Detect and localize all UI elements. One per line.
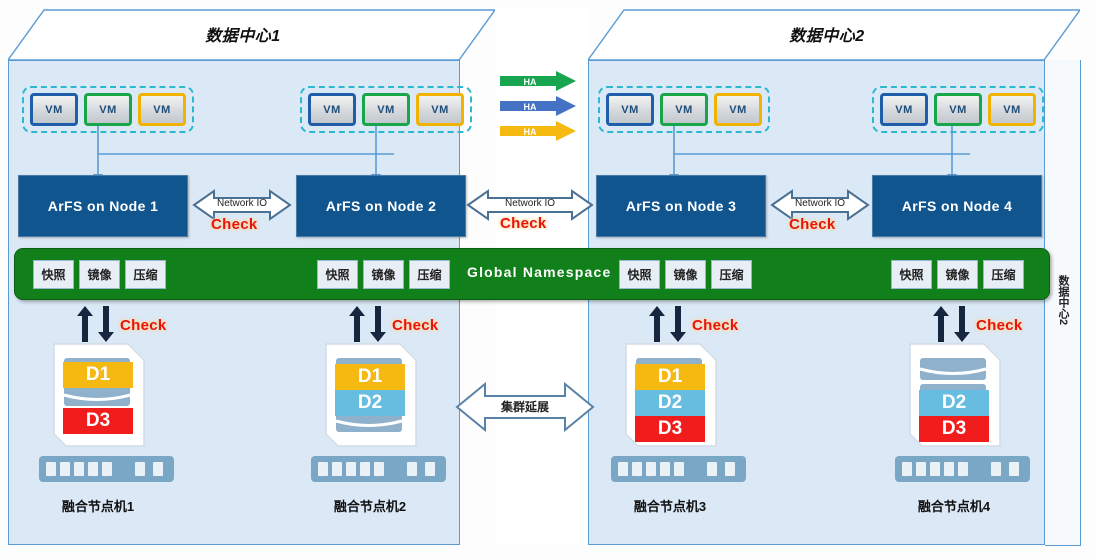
sync-arrows-3	[648, 306, 688, 342]
badge-compress[interactable]: 压缩	[983, 260, 1024, 289]
cluster-extend-arrow: 集群延展	[455, 378, 595, 436]
check-label-storage-1: Check	[120, 317, 167, 334]
storage-caption-2: 融合节点机2	[333, 499, 407, 514]
disk-stack-icon-3: D1 D2 D3	[622, 342, 718, 454]
disk-stack-icon-2: D1 D2	[322, 342, 418, 454]
datacenter-2-side-label: 数据中心2	[1052, 240, 1074, 360]
svg-text:HA: HA	[524, 77, 537, 87]
vm-box[interactable]: VM	[660, 93, 708, 126]
badge-compress[interactable]: 压缩	[409, 260, 450, 289]
badge-mirror[interactable]: 镜像	[363, 260, 404, 289]
network-io-label: Network IO	[794, 198, 845, 209]
datacenter-1-title: 数据中心1	[205, 28, 281, 45]
ha-arrow-green: HA	[500, 71, 576, 91]
badge-mirror[interactable]: 镜像	[79, 260, 120, 289]
namespace-badges-2: 快照 镜像 压缩	[317, 260, 450, 289]
disk-label-d1: D1	[63, 362, 133, 388]
vm-box[interactable]: VM	[84, 93, 132, 126]
disk-stack-icon-1: D1 D3	[50, 342, 146, 454]
disk-stack-icon-4: D2 D3	[906, 342, 1002, 454]
vm-box[interactable]: VM	[362, 93, 410, 126]
svg-text:HA: HA	[524, 102, 537, 112]
storage-machine-1[interactable]: D1 D3 融合节点机1	[39, 342, 174, 515]
storage-machine-2[interactable]: D1 D2 融合节点机2	[311, 342, 446, 515]
vm-box[interactable]: VM	[138, 93, 186, 126]
diagram-canvas: 数据中心1 数据中心2 数据中心2 VM VM VM VM VM VM VM V…	[0, 0, 1096, 559]
disk-label-d2: D2	[635, 390, 705, 416]
global-namespace-label: Global Namespace	[467, 264, 612, 280]
storage-machine-4[interactable]: D2 D3 融合节点机4	[895, 342, 1030, 515]
check-label-dc2: Check	[789, 216, 836, 233]
storage-machine-3[interactable]: D1 D2 D3 融合节点机3	[611, 342, 746, 515]
check-label-cross: Check	[500, 215, 547, 232]
disk-label-d2: D2	[335, 390, 405, 416]
storage-caption-4: 融合节点机4	[917, 499, 991, 514]
vm-box[interactable]: VM	[714, 93, 762, 126]
badge-compress[interactable]: 压缩	[711, 260, 752, 289]
vm-box[interactable]: VM	[934, 93, 982, 126]
server-chassis-3	[611, 456, 746, 482]
disk-label-d1: D1	[335, 364, 405, 390]
vm-box[interactable]: VM	[308, 93, 356, 126]
disk-label-d1: D1	[635, 364, 705, 390]
vm-box[interactable]: VM	[416, 93, 464, 126]
disk-label-d2: D2	[919, 390, 989, 416]
disk-label-d3: D3	[635, 416, 705, 442]
vm-box[interactable]: VM	[606, 93, 654, 126]
arfs-node-1[interactable]: ArFS on Node 1	[18, 175, 188, 237]
ha-arrow-blue: HA	[500, 96, 576, 116]
disk-label-d3: D3	[919, 416, 989, 442]
datacenter-2-side-label-text: 数据中心2	[1057, 274, 1069, 326]
server-chassis-1	[39, 456, 174, 482]
namespace-badges-3: 快照 镜像 压缩	[619, 260, 752, 289]
arfs-node-3[interactable]: ArFS on Node 3	[596, 175, 766, 237]
check-label-dc1: Check	[211, 216, 258, 233]
check-label-storage-4: Check	[976, 317, 1023, 334]
sync-arrows-4	[932, 306, 972, 342]
arfs-node-2[interactable]: ArFS on Node 2	[296, 175, 466, 237]
namespace-badges-1: 快照 镜像 压缩	[33, 260, 166, 289]
cluster-extend-label: 集群延展	[500, 400, 549, 414]
arfs-node-4[interactable]: ArFS on Node 4	[872, 175, 1042, 237]
check-label-storage-2: Check	[392, 317, 439, 334]
global-namespace-bar: 快照 镜像 压缩 快照 镜像 压缩 Global Namespace 快照 镜像…	[14, 248, 1050, 300]
vm-box[interactable]: VM	[880, 93, 928, 126]
storage-caption-1: 融合节点机1	[61, 499, 135, 514]
badge-snapshot[interactable]: 快照	[317, 260, 358, 289]
disk-label-d3: D3	[63, 408, 133, 434]
storage-caption-3: 融合节点机3	[633, 499, 707, 514]
namespace-badges-4: 快照 镜像 压缩	[891, 260, 1024, 289]
network-io-label: Network IO	[216, 198, 267, 209]
datacenter-2-title: 数据中心2	[789, 28, 865, 45]
vm-box[interactable]: VM	[30, 93, 78, 126]
card-outline	[53, 343, 145, 447]
server-chassis-2	[311, 456, 446, 482]
badge-compress[interactable]: 压缩	[125, 260, 166, 289]
network-io-label: Network IO	[504, 198, 555, 209]
badge-snapshot[interactable]: 快照	[891, 260, 932, 289]
sync-arrows-2	[348, 306, 388, 342]
check-label-storage-3: Check	[692, 317, 739, 334]
badge-mirror[interactable]: 镜像	[937, 260, 978, 289]
badge-mirror[interactable]: 镜像	[665, 260, 706, 289]
sync-arrows-1	[76, 306, 116, 342]
server-chassis-4	[895, 456, 1030, 482]
badge-snapshot[interactable]: 快照	[33, 260, 74, 289]
vm-box[interactable]: VM	[988, 93, 1036, 126]
badge-snapshot[interactable]: 快照	[619, 260, 660, 289]
